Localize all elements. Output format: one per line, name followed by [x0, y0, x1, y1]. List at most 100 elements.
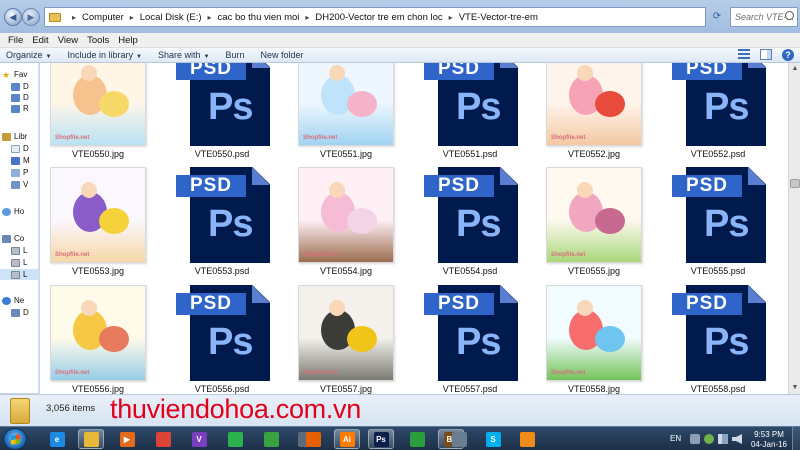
menu-tools[interactable]: Tools — [83, 33, 114, 47]
organize-button[interactable]: Organize ▼ — [6, 50, 51, 60]
thumbnail-watermark: Shopfile.net — [55, 135, 90, 141]
scrollbar-thumb[interactable] — [790, 179, 800, 188]
scroll-down-arrow-icon[interactable]: ▼ — [789, 382, 800, 394]
breadcrumb-local-disk[interactable]: Local Disk (E:) — [140, 12, 202, 23]
chevron-right-icon[interactable]: ▸ — [130, 13, 134, 22]
thumbnail-watermark: Shopfile.net — [55, 252, 90, 258]
clock[interactable]: 9:53 PM 04-Jan-16 — [749, 430, 789, 450]
volume-icon[interactable] — [732, 434, 742, 444]
menu-view[interactable]: View — [54, 33, 83, 47]
nav-item[interactable]: L — [0, 269, 38, 280]
file-item[interactable]: Shopfile.net VTE0557.jpg — [288, 285, 408, 394]
breadcrumb-subfolder[interactable]: DH200-Vector tre em chon loc — [315, 12, 442, 23]
item-count: 3,056 items — [46, 403, 96, 414]
tray-app-icon[interactable] — [704, 434, 714, 444]
nav-item-label: Ne — [14, 296, 25, 305]
taskbar-button[interactable]: V — [186, 429, 212, 449]
nav-item[interactable]: ★ Fav — [0, 69, 38, 80]
taskbar-button[interactable] — [300, 429, 326, 449]
forward-button[interactable]: ▶ — [22, 8, 40, 26]
search-input[interactable]: Search VTE-... — [730, 7, 798, 27]
taskbar-button[interactable] — [514, 429, 540, 449]
share-with-button[interactable]: Share with ▼ — [158, 50, 209, 60]
file-item[interactable]: Shopfile.net VTE0551.jpg — [288, 63, 408, 168]
nav-item[interactable]: D — [0, 92, 38, 103]
nav-item[interactable]: D — [0, 81, 38, 92]
taskbar-button[interactable]: e — [44, 429, 70, 449]
file-item[interactable]: Shopfile.net VTE0558.jpg — [536, 285, 656, 394]
vertical-scrollbar[interactable]: ▲ ▼ — [788, 63, 800, 394]
menu-file[interactable]: File — [4, 33, 28, 47]
nav-item[interactable]: V — [0, 179, 38, 190]
chevron-right-icon[interactable]: ▸ — [208, 13, 212, 22]
file-item[interactable]: Ps PSD VTE0555.psd — [660, 167, 780, 285]
taskbar-button[interactable]: S — [480, 429, 506, 449]
file-item[interactable]: Ps PSD VTE0553.psd — [164, 167, 284, 285]
file-item[interactable]: Ps PSD VTE0554.psd — [412, 167, 532, 285]
nav-item[interactable]: Libr — [0, 131, 38, 142]
refresh-icon[interactable]: ⟳ — [708, 8, 726, 26]
tray-arrow-icon[interactable] — [690, 434, 700, 444]
taskbar-button[interactable] — [222, 429, 248, 449]
taskbar-button[interactable]: Ai — [334, 429, 360, 449]
back-button[interactable]: ◀ — [4, 8, 22, 26]
search-icon[interactable] — [785, 11, 794, 20]
nav-item[interactable]: M — [0, 155, 38, 166]
file-name: VTE0550.jpg — [71, 149, 125, 159]
breadcrumb-current[interactable]: VTE-Vector-tre-em — [459, 12, 538, 23]
psd-tag: PSD — [176, 63, 246, 80]
file-item[interactable]: Shopfile.net VTE0555.jpg — [536, 167, 656, 285]
nav-item[interactable]: Co — [0, 233, 38, 244]
taskbar-button[interactable] — [446, 429, 472, 449]
file-name: VTE0552.jpg — [567, 149, 621, 159]
taskbar-button[interactable] — [78, 429, 104, 449]
help-icon[interactable]: ? — [782, 49, 794, 61]
taskbar-button[interactable] — [150, 429, 176, 449]
language-indicator[interactable]: EN — [670, 434, 681, 443]
nav-item[interactable]: D — [0, 143, 38, 154]
file-item[interactable]: Ps PSD VTE0558.psd — [660, 285, 780, 394]
file-item[interactable]: Ps PSD VTE0550.psd — [164, 63, 284, 168]
taskbar-button[interactable] — [258, 429, 284, 449]
nav-item[interactable]: L — [0, 245, 38, 256]
nav-item[interactable]: P — [0, 167, 38, 178]
nav-item-label: L — [23, 270, 28, 279]
file-name: VTE0551.jpg — [319, 149, 373, 159]
new-folder-button[interactable]: New folder — [260, 50, 303, 60]
file-item[interactable]: Shopfile.net VTE0553.jpg — [40, 167, 160, 285]
nav-item[interactable]: L — [0, 257, 38, 268]
chevron-right-icon[interactable]: ▸ — [72, 13, 76, 22]
start-button[interactable] — [3, 428, 27, 450]
file-item[interactable]: Shopfile.net VTE0550.jpg — [40, 63, 160, 168]
nav-item[interactable]: D — [0, 307, 38, 318]
file-item[interactable]: Shopfile.net VTE0552.jpg — [536, 63, 656, 168]
burn-button[interactable]: Burn — [225, 50, 244, 60]
file-item[interactable]: Ps PSD VTE0557.psd — [412, 285, 532, 394]
include-in-library-button[interactable]: Include in library ▼ — [67, 50, 141, 60]
file-item[interactable]: Shopfile.net VTE0554.jpg — [288, 167, 408, 285]
breadcrumb-computer[interactable]: Computer — [82, 12, 124, 23]
network-icon[interactable] — [718, 434, 728, 444]
show-desktop-button[interactable] — [792, 427, 800, 450]
psd-tag: PSD — [672, 175, 742, 197]
file-item[interactable]: Ps PSD VTE0552.psd — [660, 63, 780, 168]
nav-item[interactable]: Ho — [0, 206, 38, 217]
change-view-icon[interactable] — [738, 49, 750, 60]
taskbar-button[interactable]: ▶ — [114, 429, 140, 449]
taskbar-button[interactable] — [404, 429, 430, 449]
menu-help[interactable]: Help — [114, 33, 143, 47]
menu-edit[interactable]: Edit — [28, 33, 53, 47]
chevron-right-icon[interactable]: ▸ — [305, 13, 309, 22]
file-name: VTE0554.psd — [442, 266, 498, 276]
address-bar[interactable]: ▸ Computer ▸ Local Disk (E:) ▸ cac bo th… — [44, 7, 706, 27]
breadcrumb-folder[interactable]: cac bo thu vien moi — [218, 12, 300, 23]
file-item[interactable]: Ps PSD VTE0551.psd — [412, 63, 532, 168]
file-item[interactable]: Shopfile.net VTE0556.jpg — [40, 285, 160, 394]
nav-item[interactable]: R — [0, 103, 38, 114]
chevron-right-icon[interactable]: ▸ — [449, 13, 453, 22]
nav-item[interactable]: Ne — [0, 295, 38, 306]
preview-pane-icon[interactable] — [760, 49, 772, 60]
scroll-up-arrow-icon[interactable]: ▲ — [789, 63, 800, 75]
taskbar-button[interactable]: Ps — [368, 429, 394, 449]
file-item[interactable]: Ps PSD VTE0556.psd — [164, 285, 284, 394]
